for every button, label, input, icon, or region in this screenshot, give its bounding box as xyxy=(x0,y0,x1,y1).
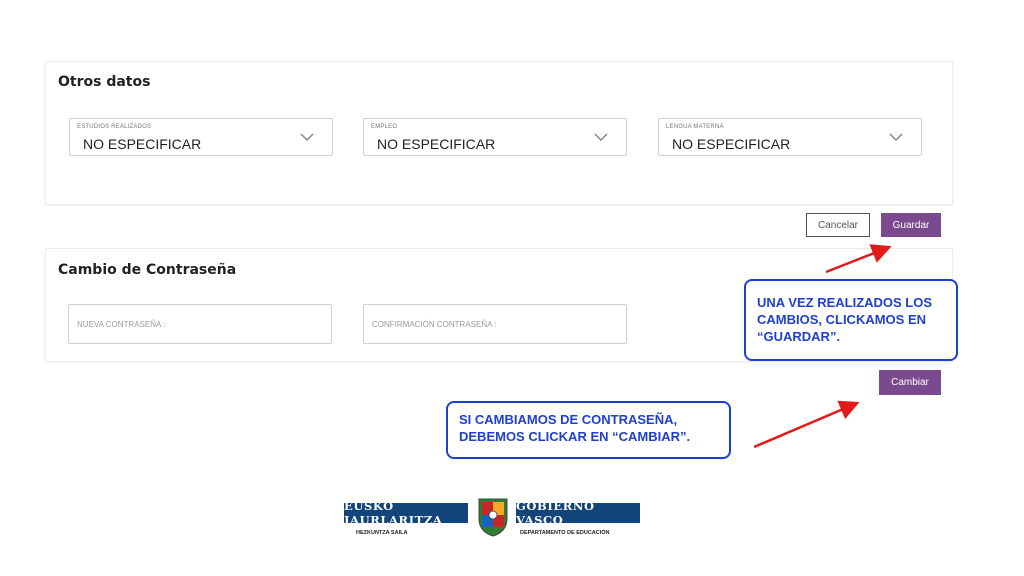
section-title: Otros datos xyxy=(58,74,151,90)
lengua-materna-select[interactable]: LENGUA MATERNA NO ESPECIFICAR xyxy=(658,118,922,156)
placeholder: CONFIRMACIÓN CONTRASEÑA : xyxy=(372,320,497,329)
chevron-down-icon xyxy=(594,133,608,141)
logo-right-band: GOBIERNO VASCO xyxy=(516,499,640,527)
change-password-button[interactable]: Cambiar xyxy=(879,370,941,395)
save-annotation: UNA VEZ REALIZADOS LOS CAMBIOS, CLICKAMO… xyxy=(744,279,958,361)
logo-left-band: EUSKO JAURLARITZA xyxy=(344,499,468,527)
gobierno-vasco-logo: EUSKO JAURLARITZA GOBIERNO VASCO HEZKUNT… xyxy=(344,497,640,541)
logo-right-sub: DEPARTAMENTO DE EDUCACIÓN xyxy=(520,530,610,536)
cancel-button[interactable]: Cancelar xyxy=(806,213,870,237)
selected-value: NO ESPECIFICAR xyxy=(83,136,202,152)
arrow-to-change-icon xyxy=(753,400,860,449)
chevron-down-icon xyxy=(889,133,903,141)
estudios-select[interactable]: ESTUDIOS REALIZADOS NO ESPECIFICAR xyxy=(69,118,333,156)
annotation-line: SI CAMBIAMOS DE CONTRASEÑA, xyxy=(459,412,678,427)
field-label: LENGUA MATERNA xyxy=(666,124,724,130)
field-label: EMPLEO xyxy=(371,124,398,130)
placeholder: NUEVA CONTRASEÑA : xyxy=(77,320,166,329)
annotation-line: “GUARDAR”. xyxy=(757,329,841,344)
field-label: ESTUDIOS REALIZADOS xyxy=(77,124,152,130)
annotation-line: DEBEMOS CLICKAR EN “CAMBIAR”. xyxy=(459,429,691,444)
selected-value: NO ESPECIFICAR xyxy=(672,136,791,152)
save-button[interactable]: Guardar xyxy=(881,213,941,237)
selected-value: NO ESPECIFICAR xyxy=(377,136,496,152)
chevron-down-icon xyxy=(300,133,314,141)
coat-of-arms-icon xyxy=(478,498,508,537)
confirm-password-field[interactable]: CONFIRMACIÓN CONTRASEÑA : xyxy=(363,304,627,344)
annotation-line: CAMBIOS, CLICKAMOS EN xyxy=(757,312,926,327)
empleo-select[interactable]: EMPLEO NO ESPECIFICAR xyxy=(363,118,627,156)
otros-datos-card: Otros datos ESTUDIOS REALIZADOS NO ESPEC… xyxy=(45,61,953,205)
new-password-field[interactable]: NUEVA CONTRASEÑA : xyxy=(68,304,332,344)
change-annotation: SI CAMBIAMOS DE CONTRASEÑA, DEBEMOS CLIC… xyxy=(446,401,731,459)
annotation-line: UNA VEZ REALIZADOS LOS xyxy=(757,295,933,310)
section-title: Cambio de Contraseña xyxy=(58,262,237,278)
logo-left-sub: HEZKUNTZA SAILA xyxy=(356,530,408,536)
